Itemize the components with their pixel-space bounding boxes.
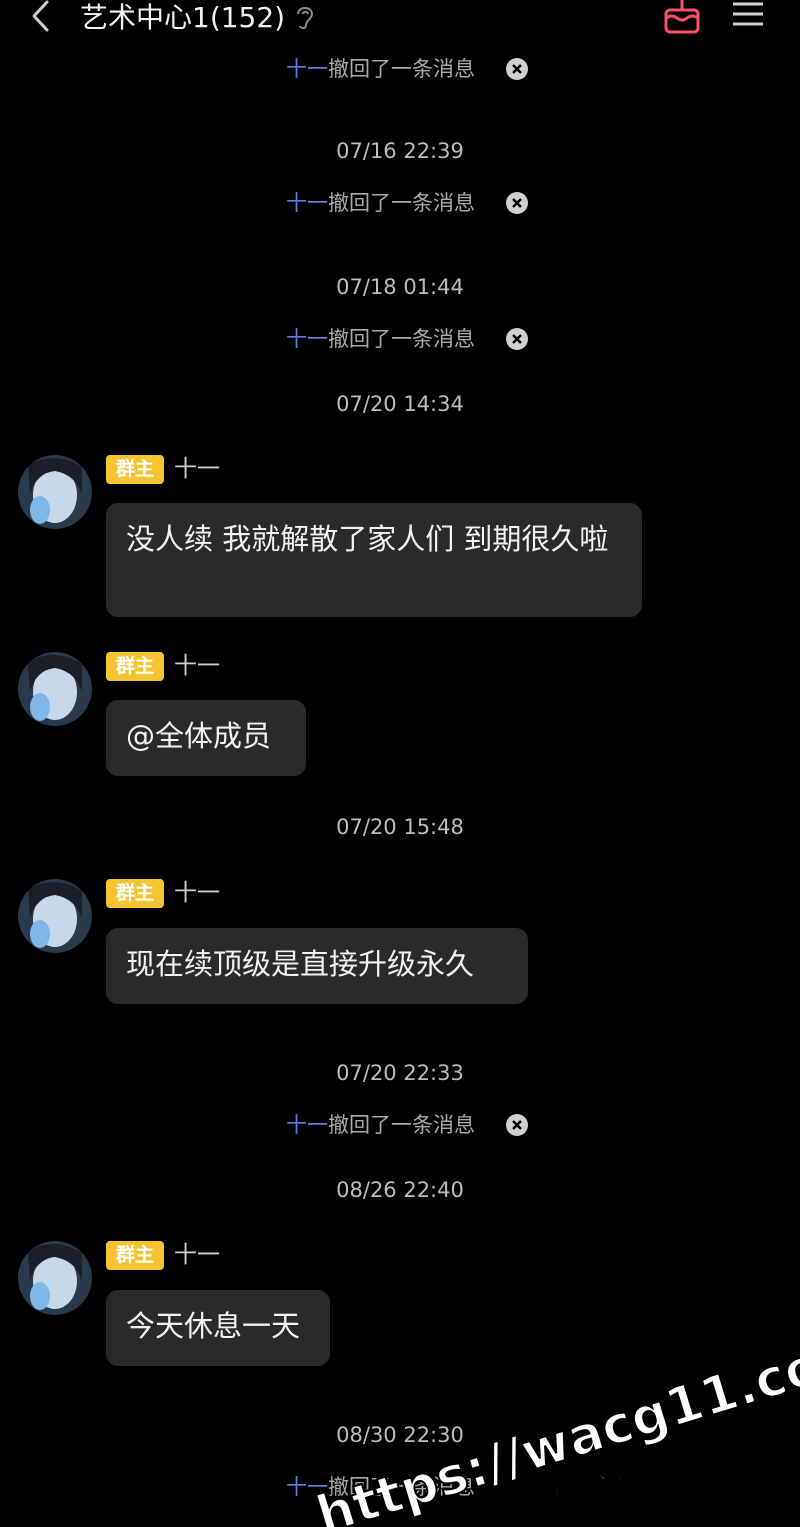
avatar[interactable] [18,1241,92,1315]
recall-text: 撤回了一条消息 [328,191,475,215]
avatar[interactable] [18,879,92,953]
recall-notice: 十一撤回了一条消息 [0,52,800,86]
ear-icon [297,7,314,30]
message-bubble[interactable]: 没人续 我就解散了家人们 到期很久啦 [106,503,642,617]
recall-text: 撤回了一条消息 [328,1113,475,1137]
recall-sender[interactable]: 十一 [286,1113,328,1137]
recall-notice: 十一撤回了一条消息 [0,1470,800,1504]
timestamp: 07/16 22:39 [336,139,464,163]
owner-badge: 群主 [106,1241,164,1270]
message-bubble[interactable]: 现在续顶级是直接升级永久 [106,928,528,1004]
recall-text: 撤回了一条消息 [328,327,475,351]
recall-sender[interactable]: 十一 [286,327,328,351]
back-arrow-icon[interactable] [22,0,62,38]
sender-name[interactable]: 十一 [174,651,220,681]
sender-name[interactable]: 十一 [174,454,220,484]
menu-icon[interactable] [730,0,766,34]
avatar[interactable] [18,455,92,529]
timestamp: 07/20 14:34 [336,392,464,416]
recall-sender[interactable]: 十一 [286,191,328,215]
timestamp: 07/20 22:33 [336,1061,464,1085]
owner-badge: 群主 [106,652,164,681]
close-circle-icon[interactable] [505,327,529,351]
message-bubble[interactable]: @全体成员 [106,700,306,776]
sender-name[interactable]: 十一 [174,878,220,908]
birthday-cake-icon[interactable] [660,0,704,38]
recall-text: 撤回了一条消息 [328,57,475,81]
top-bar: 艺术中心1(152) [0,0,800,40]
timestamp: 08/30 22:30 [336,1423,464,1447]
recall-sender[interactable]: 十一 [286,57,328,81]
sender-name[interactable]: 十一 [174,1240,220,1270]
close-circle-icon[interactable] [505,57,529,81]
close-circle-icon[interactable] [505,191,529,215]
chat-title[interactable]: 艺术中心1(152) [80,0,285,38]
timestamp: 07/20 15:48 [336,815,464,839]
owner-badge: 群主 [106,455,164,484]
timestamp: 08/26 22:40 [336,1178,464,1202]
owner-badge: 群主 [106,879,164,908]
timestamp: 07/18 01:44 [336,275,464,299]
recall-sender[interactable]: 十一 [286,1475,328,1499]
recall-notice: 十一撤回了一条消息 [0,1108,800,1142]
recall-notice: 十一撤回了一条消息 [0,186,800,220]
recall-notice: 十一撤回了一条消息 [0,322,800,356]
message-bubble[interactable]: 今天休息一天 [106,1290,330,1366]
close-circle-icon[interactable] [505,1113,529,1137]
recall-text: 撤回了一条消息 [328,1475,475,1499]
avatar[interactable] [18,652,92,726]
